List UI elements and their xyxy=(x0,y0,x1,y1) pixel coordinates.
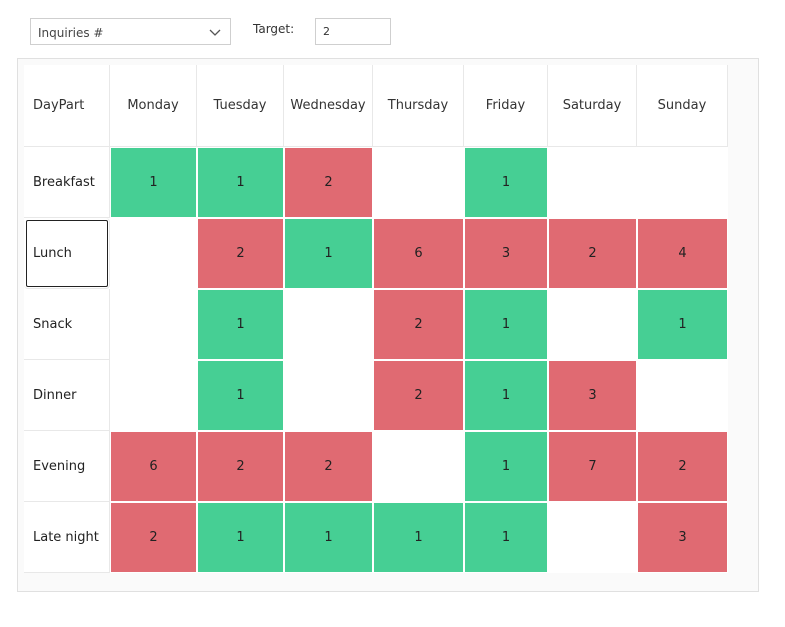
heatmap-cell[interactable] xyxy=(110,218,197,289)
heatmap-cell[interactable]: 1 xyxy=(464,147,548,218)
heatmap-cell[interactable]: 1 xyxy=(637,289,728,360)
heatmap-cell[interactable]: 2 xyxy=(197,431,284,502)
row-header-lunch[interactable]: Lunch xyxy=(24,218,110,289)
row-header-breakfast[interactable]: Breakfast xyxy=(24,147,110,218)
heatmap-cell[interactable] xyxy=(284,289,373,360)
heatmap-cell[interactable]: 7 xyxy=(548,431,637,502)
column-header-friday: Friday xyxy=(464,65,548,147)
heatmap-cell[interactable]: 1 xyxy=(464,289,548,360)
row-header-snack[interactable]: Snack xyxy=(24,289,110,360)
heatmap-cell[interactable] xyxy=(284,360,373,431)
heatmap-cell[interactable]: 2 xyxy=(548,218,637,289)
heatmap-cell[interactable] xyxy=(637,360,728,431)
column-header-sunday: Sunday xyxy=(637,65,728,147)
column-header-monday: Monday xyxy=(110,65,197,147)
heatmap-cell[interactable]: 3 xyxy=(464,218,548,289)
heatmap-cell[interactable]: 2 xyxy=(637,431,728,502)
heatmap-cell[interactable] xyxy=(548,502,637,573)
heatmap-cell[interactable]: 6 xyxy=(373,218,464,289)
heatmap-cell[interactable]: 3 xyxy=(637,502,728,573)
heatmap-cell[interactable]: 1 xyxy=(464,502,548,573)
column-header-saturday: Saturday xyxy=(548,65,637,147)
row-header-dinner[interactable]: Dinner xyxy=(24,360,110,431)
metric-dropdown[interactable]: Inquiries # xyxy=(30,18,231,45)
heatmap-cell[interactable]: 1 xyxy=(373,502,464,573)
row-header-late-night[interactable]: Late night xyxy=(24,502,110,573)
heatmap-cell[interactable]: 2 xyxy=(373,289,464,360)
heatmap-cell[interactable] xyxy=(548,147,637,218)
daypart-heatmap-table: DayPart Monday Tuesday Wednesday Thursday Fri… xyxy=(24,65,728,573)
heatmap-cell[interactable] xyxy=(548,289,637,360)
toolbar: Inquiries # Target: xyxy=(0,0,785,55)
heatmap-cell[interactable] xyxy=(373,147,464,218)
heatmap-cell[interactable]: 2 xyxy=(110,502,197,573)
metric-dropdown-value: Inquiries # xyxy=(38,26,104,40)
heatmap-cell[interactable]: 2 xyxy=(284,431,373,502)
heatmap-cell[interactable]: 1 xyxy=(464,360,548,431)
heatmap-cell[interactable]: 2 xyxy=(197,218,284,289)
heatmap-cell[interactable]: 2 xyxy=(284,147,373,218)
heatmap-cell[interactable]: 1 xyxy=(464,431,548,502)
column-header-thursday: Thursday xyxy=(373,65,464,147)
heatmap-cell[interactable]: 1 xyxy=(197,147,284,218)
heatmap-cell[interactable] xyxy=(110,360,197,431)
chevron-down-icon xyxy=(209,29,221,36)
heatmap-cell[interactable]: 3 xyxy=(548,360,637,431)
target-label: Target: xyxy=(253,22,295,36)
heatmap-cell[interactable]: 1 xyxy=(197,502,284,573)
heatmap-cell[interactable] xyxy=(637,147,728,218)
heatmap-cell[interactable]: 4 xyxy=(637,218,728,289)
heatmap-cell[interactable]: 2 xyxy=(373,360,464,431)
heatmap-cell[interactable]: 1 xyxy=(197,360,284,431)
heatmap-cell[interactable]: 1 xyxy=(284,218,373,289)
heatmap-cell[interactable] xyxy=(373,431,464,502)
heatmap-cell[interactable]: 1 xyxy=(284,502,373,573)
row-header-evening[interactable]: Evening xyxy=(24,431,110,502)
heatmap-cell[interactable]: 6 xyxy=(110,431,197,502)
heatmap-cell[interactable]: 1 xyxy=(197,289,284,360)
target-input[interactable] xyxy=(315,18,391,45)
heatmap-cell[interactable]: 1 xyxy=(110,147,197,218)
column-header-tuesday: Tuesday xyxy=(197,65,284,147)
column-header-wednesday: Wednesday xyxy=(284,65,373,147)
column-header-daypart: DayPart xyxy=(24,65,110,147)
heatmap-cell[interactable] xyxy=(110,289,197,360)
